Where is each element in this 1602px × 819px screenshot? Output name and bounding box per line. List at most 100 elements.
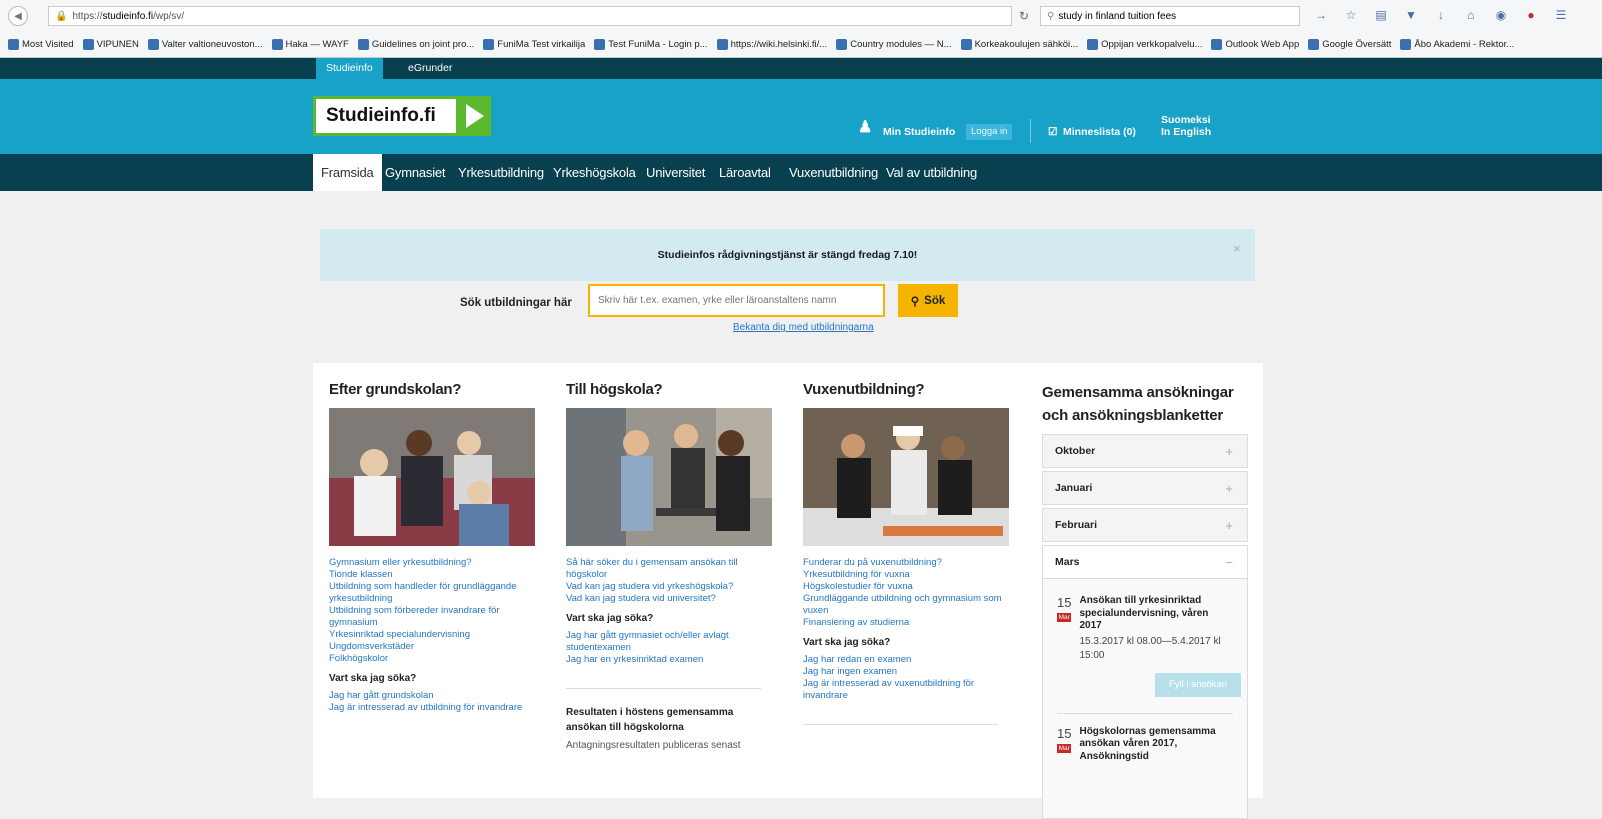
content-link[interactable]: Utbildning som förbereder invandrare för…: [329, 605, 539, 629]
bookmark-item[interactable]: Korkeakoulujen sähköi...: [960, 38, 1078, 50]
tab-studieinfo[interactable]: Studieinfo: [316, 58, 383, 79]
min-studieinfo-link[interactable]: Min Studieinfo: [883, 126, 955, 138]
notice-banner: Studieinfos rådgivningstjänst är stängd …: [320, 229, 1255, 281]
content-link[interactable]: Jag har gått grundskolan: [329, 690, 539, 702]
nav-yrkeshogskola[interactable]: Yrkeshögskola: [553, 154, 636, 191]
nav-yrkesutbildning[interactable]: Yrkesutbildning: [458, 154, 544, 191]
browse-educations-link[interactable]: Bekanta dig med utbildningarna: [733, 322, 874, 333]
content-link[interactable]: Vad kan jag studera vid universitet?: [566, 593, 776, 605]
content-link[interactable]: Folkhögskolor: [329, 653, 539, 665]
login-button[interactable]: Logga in: [966, 124, 1013, 140]
search-label: Sök utbildningar här: [460, 297, 572, 309]
bookmark-item[interactable]: Most Visited: [8, 38, 74, 50]
header-divider: [1030, 119, 1031, 143]
bookmark-icon: [1087, 38, 1099, 50]
nav-laroavtal[interactable]: Läroavtal: [719, 154, 771, 191]
content-link[interactable]: Tionde klassen: [329, 569, 539, 581]
home-icon[interactable]: ⌂: [1462, 6, 1480, 24]
bookmark-item[interactable]: Guidelines on joint pro...: [357, 38, 474, 50]
accordion-mars[interactable]: Mars −: [1042, 545, 1248, 579]
content-link[interactable]: Jag är intresserad av utbildning för inv…: [329, 702, 539, 714]
bookmark-item[interactable]: Valter valtioneuvoston...: [147, 38, 263, 50]
bookmark-item[interactable]: VIPUNEN: [82, 38, 139, 50]
column-title: Vuxenutbildning?: [803, 381, 925, 398]
links-list: Jag har gått grundskolan Jag är intresser…: [329, 690, 539, 714]
content-link[interactable]: Jag har gått gymnasiet och/eller avlagt …: [566, 630, 776, 654]
browser-search-input[interactable]: ⚲ study in finland tuition fees: [1040, 6, 1300, 26]
bookmark-icon: [1308, 38, 1320, 50]
menu-icon[interactable]: ☰: [1552, 6, 1570, 24]
accordion-februari[interactable]: Februari +: [1042, 508, 1248, 542]
content-link[interactable]: Finansiering av studierna: [803, 617, 1013, 629]
nav-val-av-utbildning[interactable]: Val av utbildning: [886, 154, 977, 191]
subheading: Vart ska jag söka?: [329, 673, 417, 684]
links-list: Funderar du på vuxenutbildning? Yrkesutbi…: [803, 557, 1013, 629]
content-link[interactable]: Yrkesutbildning för vuxna: [803, 569, 1013, 581]
close-icon[interactable]: ×: [1233, 241, 1241, 256]
event-time: 15.3.2017 kl 08.00—5.4.2017 kl 15:00: [1079, 635, 1221, 661]
content-link[interactable]: Yrkesinriktad specialundervisning: [329, 629, 539, 641]
content-link[interactable]: Jag har redan en examen: [803, 654, 1013, 666]
bookmark-icon: [8, 38, 19, 50]
bookmark-item[interactable]: Oppijan verkkopalvelu...: [1087, 38, 1202, 50]
pocket-icon[interactable]: ▼: [1402, 6, 1420, 24]
news-title[interactable]: Resultaten i höstens gemensamma ansökan …: [566, 705, 776, 735]
content-link[interactable]: Gymnasium eller yrkesutbildning?: [329, 557, 539, 569]
bookmark-icon: [271, 38, 283, 50]
nav-framsida[interactable]: Framsida: [313, 154, 382, 191]
accordion-oktober[interactable]: Oktober +: [1042, 434, 1248, 468]
content-link[interactable]: Utbildning som handleder för grundläggan…: [329, 581, 539, 605]
event-title: Ansökan till yrkesinriktad specialunderv…: [1079, 595, 1209, 631]
bookmark-item[interactable]: Test FuniMa - Login p...: [594, 38, 708, 50]
bookmark-item[interactable]: FuniMa Test virkailija: [483, 38, 585, 50]
bookmark-item[interactable]: https://wiki.helsinki.fi/...: [716, 38, 827, 50]
bookmark-icon: [594, 38, 606, 50]
forward-arrow-icon[interactable]: →: [1312, 6, 1330, 24]
nav-vuxenutbildning[interactable]: Vuxenutbildning: [789, 154, 878, 191]
bookmark-item[interactable]: Haka — WAYF: [271, 38, 349, 50]
star-bookmark-icon[interactable]: ☆: [1342, 6, 1360, 24]
download-icon[interactable]: ↓: [1432, 6, 1450, 24]
minneslista-link[interactable]: Minneslista (0): [1063, 126, 1136, 138]
content-link[interactable]: Högskolestudier för vuxna: [803, 581, 1013, 593]
search-button[interactable]: ⚲ Sök: [898, 284, 958, 317]
bookmark-item[interactable]: Åbo Akademi - Rektor...: [1400, 38, 1514, 50]
content-link[interactable]: Jag har en yrkesinriktad examen: [566, 654, 776, 666]
fill-application-button[interactable]: Fyll i ansökan: [1155, 672, 1241, 697]
links-list: Jag har gått gymnasiet och/eller avlagt …: [566, 630, 776, 666]
nav-universitet[interactable]: Universitet: [646, 154, 705, 191]
bookmark-item[interactable]: Google Översätt: [1308, 38, 1391, 50]
logo[interactable]: Studieinfo.fi: [313, 96, 491, 136]
minus-icon: −: [1225, 554, 1233, 570]
addon-icon[interactable]: ●: [1522, 6, 1540, 24]
bookmark-icon: [836, 38, 848, 50]
back-arrow-icon[interactable]: ◀: [8, 6, 28, 26]
chat-icon[interactable]: ◉: [1492, 6, 1510, 24]
content-link[interactable]: Ungdomsverkstäder: [329, 641, 539, 653]
accordion-januari[interactable]: Januari +: [1042, 471, 1248, 505]
students-photo: [329, 408, 535, 546]
nav-gymnasiet[interactable]: Gymnasiet: [385, 154, 446, 191]
tab-egrunder[interactable]: eGrunder: [398, 58, 462, 79]
bookmark-icon: [483, 38, 495, 50]
content-link[interactable]: Funderar du på vuxenutbildning?: [803, 557, 1013, 569]
reading-list-icon[interactable]: ▤: [1372, 6, 1390, 24]
event-title: Högskolornas gemensamma ansökan våren 20…: [1079, 725, 1216, 762]
content-link[interactable]: Så här söker du i gemensam ansökan till …: [566, 557, 776, 581]
bookmark-icon: [82, 38, 94, 50]
bookmark-item[interactable]: Country modules — N...: [836, 38, 952, 50]
lang-suomeksi[interactable]: Suomeksi: [1161, 114, 1211, 126]
search-input[interactable]: [588, 284, 885, 317]
address-bar[interactable]: 🔒 https://studieinfo.fi/wp/sv/: [48, 6, 1012, 26]
content-link[interactable]: Jag är intresserad av vuxenutbildning fö…: [803, 678, 1013, 702]
bookmark-icon: [357, 38, 369, 50]
content-link[interactable]: Grundläggande utbildning och gymnasium s…: [803, 593, 1013, 617]
reload-icon[interactable]: ↻: [1014, 6, 1034, 26]
content-link[interactable]: Vad kan jag studera vid yrkeshögskola?: [566, 581, 776, 593]
links-list: Jag har redan en examen Jag har ingen exa…: [803, 654, 1013, 702]
bookmark-item[interactable]: Outlook Web App: [1211, 38, 1299, 50]
main-nav: Framsida Gymnasiet Yrkesutbildning Yrkes…: [0, 154, 1602, 191]
lang-english[interactable]: In English: [1161, 126, 1211, 138]
content-link[interactable]: Jag har ingen examen: [803, 666, 1013, 678]
url-row: ◀ 🔒 https://studieinfo.fi/wp/sv/ ↻ ⚲ stud…: [0, 0, 1602, 32]
